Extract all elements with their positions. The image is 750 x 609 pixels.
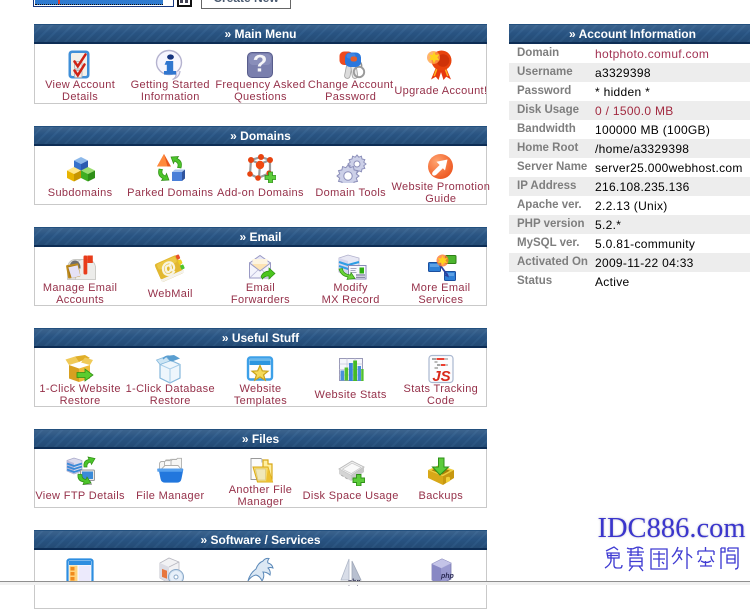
svg-text:php: php [440, 573, 455, 580]
svg-text:?: ? [253, 51, 268, 78]
